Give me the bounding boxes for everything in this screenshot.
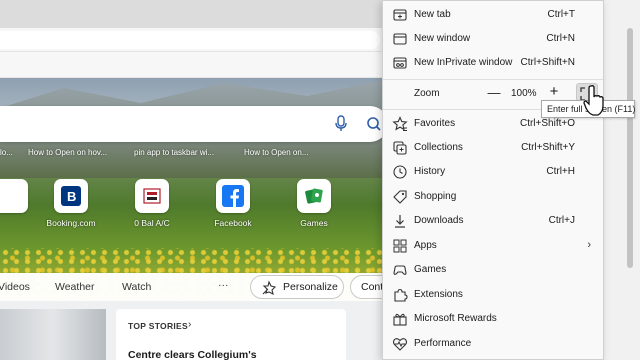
feed-more-button[interactable]: ··· bbox=[218, 279, 229, 291]
menu-item-microsoft-rewards[interactable]: Microsoft Rewards bbox=[383, 307, 603, 331]
collections-icon bbox=[392, 140, 408, 156]
menu-item-shortcut: Ctrl+H bbox=[546, 166, 575, 177]
quick-link-games[interactable]: Games bbox=[279, 179, 349, 228]
inprivate-icon bbox=[392, 55, 408, 71]
story-headline[interactable]: Centre clears Collegium's bbox=[128, 349, 257, 360]
apps-icon bbox=[392, 238, 408, 254]
new-tab-icon bbox=[392, 7, 408, 23]
mouse-pointer-icon bbox=[582, 84, 606, 118]
tile-label: Facebook bbox=[214, 218, 252, 228]
menu-item-shortcut: Ctrl+N bbox=[546, 33, 575, 44]
menu-item-games[interactable]: Games bbox=[383, 258, 603, 282]
menu-item-shortcut: Ctrl+Shift+N bbox=[520, 57, 575, 68]
menu-item-history[interactable]: History Ctrl+H bbox=[383, 160, 603, 184]
menu-item-label: Extensions bbox=[414, 289, 463, 300]
bank-icon bbox=[135, 179, 169, 213]
menu-item-label: Shopping bbox=[414, 191, 457, 202]
menu-item-shortcut: Ctrl+T bbox=[547, 9, 576, 20]
menu-item-label: New window bbox=[414, 33, 471, 44]
quick-link-booking[interactable]: B Booking.com bbox=[36, 179, 106, 228]
menu-item-label: New tab bbox=[414, 9, 451, 20]
extensions-icon bbox=[392, 287, 408, 303]
suggestion-item[interactable]: lo... bbox=[0, 148, 13, 157]
performance-icon bbox=[392, 336, 408, 352]
tile-label: 0 Bal A/C bbox=[134, 218, 170, 228]
tab-watch[interactable]: Watch bbox=[122, 281, 151, 293]
scrollbar-thumb[interactable] bbox=[627, 28, 633, 268]
quick-link-facebook[interactable]: Facebook bbox=[198, 179, 268, 228]
facebook-icon bbox=[216, 179, 250, 213]
zoom-label: Zoom bbox=[414, 88, 440, 99]
suggestion-item[interactable]: How to Open on... bbox=[244, 148, 308, 157]
partial-tile-icon bbox=[0, 179, 28, 213]
web-search-box[interactable] bbox=[0, 106, 388, 142]
tile-label: Booking.com bbox=[46, 218, 96, 228]
zoom-level: 100% bbox=[511, 88, 537, 99]
zoom-out-button[interactable]: — bbox=[485, 84, 503, 104]
menu-item-label: Microsoft Rewards bbox=[414, 313, 497, 324]
search-suggestions: lo... How to Open on hov... pin app to t… bbox=[0, 146, 330, 162]
menu-item-shopping[interactable]: Shopping bbox=[383, 185, 603, 209]
content-settings-label: Cont bbox=[361, 281, 384, 293]
chevron-right-icon: › bbox=[587, 239, 591, 251]
downloads-icon bbox=[392, 213, 408, 229]
microphone-icon[interactable] bbox=[333, 115, 349, 133]
menu-divider bbox=[383, 79, 603, 80]
menu-item-downloads[interactable]: Downloads Ctrl+J bbox=[383, 209, 603, 233]
menu-item-label: New InPrivate window bbox=[414, 57, 513, 68]
svg-text:B: B bbox=[67, 189, 76, 204]
personalize-icon bbox=[261, 280, 277, 299]
quick-link-bank[interactable]: 0 Bal A/C bbox=[117, 179, 187, 228]
tab-weather[interactable]: Weather bbox=[55, 281, 95, 293]
top-stories-title: TOP STORIES bbox=[128, 321, 188, 331]
menu-item-new-inprivate-window[interactable]: New InPrivate window Ctrl+Shift+N bbox=[383, 51, 603, 75]
menu-item-label: Collections bbox=[414, 142, 463, 153]
menu-item-shortcut: Ctrl+J bbox=[548, 215, 575, 226]
menu-item-label: Downloads bbox=[414, 215, 464, 226]
tab-videos[interactable]: Videos bbox=[0, 281, 30, 293]
chevron-right-icon[interactable]: › bbox=[188, 319, 191, 330]
menu-item-new-window[interactable]: New window Ctrl+N bbox=[383, 27, 603, 51]
menu-item-collections[interactable]: Collections Ctrl+Shift+Y bbox=[383, 136, 603, 160]
menu-item-new-tab[interactable]: New tab Ctrl+T bbox=[383, 3, 603, 27]
top-stories-card[interactable]: TOP STORIES › Centre clears Collegium's bbox=[116, 309, 346, 360]
favorites-icon bbox=[392, 116, 408, 132]
suggestion-item[interactable]: How to Open on hov... bbox=[28, 148, 107, 157]
booking-icon: B bbox=[54, 179, 88, 213]
menu-item-apps[interactable]: Apps › bbox=[383, 234, 603, 258]
history-icon bbox=[392, 164, 408, 180]
menu-item-shortcut: Ctrl+Shift+Y bbox=[521, 142, 575, 153]
shopping-tag-icon bbox=[392, 189, 408, 205]
search-icon[interactable] bbox=[366, 115, 382, 133]
menu-item-extensions[interactable]: Extensions bbox=[383, 283, 603, 307]
games-icon bbox=[392, 262, 408, 278]
menu-item-label: Games bbox=[414, 264, 447, 275]
news-card-image[interactable] bbox=[0, 309, 106, 360]
new-window-icon bbox=[392, 31, 408, 47]
tile-label: Games bbox=[300, 218, 328, 228]
personalize-label: Personalize bbox=[283, 281, 338, 293]
menu-item-label: Apps bbox=[414, 240, 437, 251]
side-gutter bbox=[604, 0, 640, 360]
menu-item-label: Performance bbox=[414, 338, 472, 349]
personalize-button[interactable]: Personalize bbox=[250, 275, 344, 299]
address-field[interactable] bbox=[0, 31, 380, 49]
menu-item-performance[interactable]: Performance bbox=[383, 332, 603, 356]
games-cards-icon bbox=[297, 179, 331, 213]
menu-item-label: History bbox=[414, 166, 446, 177]
settings-and-more-menu: New tab Ctrl+T New window Ctrl+N New InP… bbox=[382, 0, 604, 360]
menu-item-shortcut: Ctrl+Shift+O bbox=[519, 118, 575, 129]
suggestion-item[interactable]: pin app to taskbar wi... bbox=[134, 148, 214, 157]
rewards-icon bbox=[392, 311, 408, 327]
menu-item-label: Favorites bbox=[414, 118, 456, 129]
